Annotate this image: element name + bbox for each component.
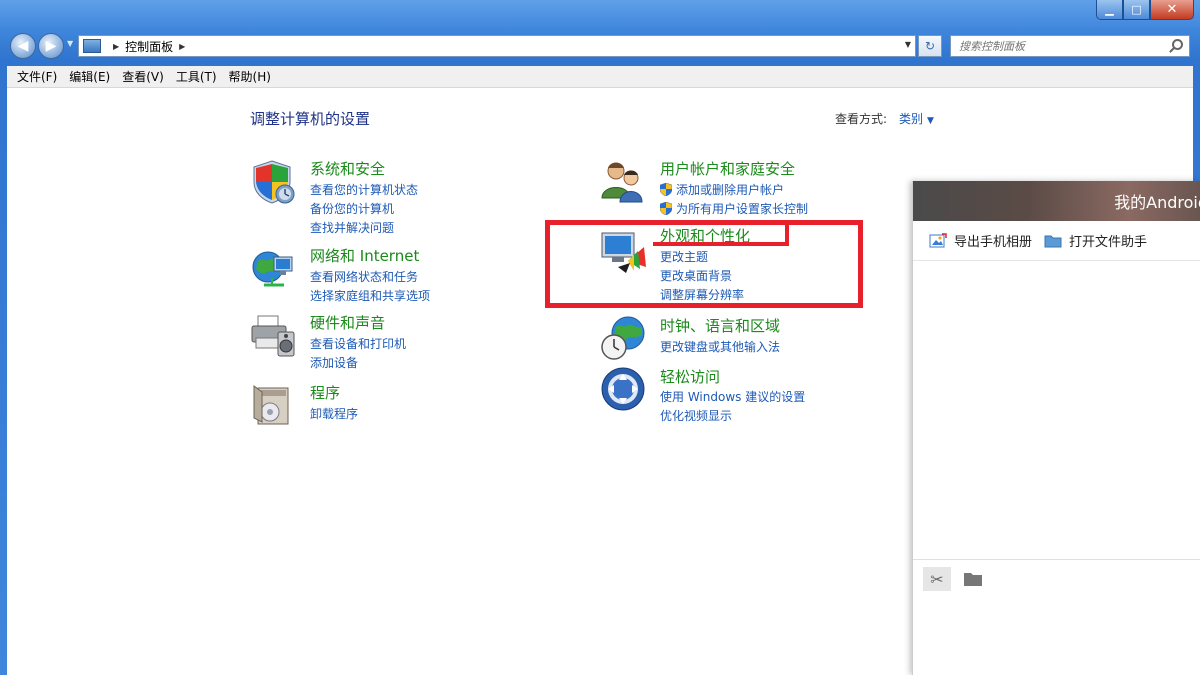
menu-edit[interactable]: 编辑(E) [63,68,116,85]
link-uninstall-program[interactable]: 卸载程序 [310,405,358,422]
category-title-hardware-sound[interactable]: 硬件和声音 [310,312,385,333]
category-title-clock-language[interactable]: 时钟、语言和区域 [660,315,780,336]
open-file-helper-label[interactable]: 打开文件助手 [1069,231,1147,250]
link-add-device[interactable]: 添加设备 [310,354,358,371]
search-icon[interactable] [1172,39,1183,50]
menu-tools[interactable]: 工具(T) [170,68,223,85]
category-clock-language: 时钟、语言和区域 更改键盘或其他输入法 [600,315,900,361]
category-programs: 程序 卸载程序 [250,382,550,428]
control-panel-icon [83,39,101,53]
clock-globe-icon[interactable] [600,315,646,361]
control-panel-window: ▁ □ ✕ ◀ ▶ ▼ ▶ 控制面板 ▶ ▼ ↻ 文件(F) 编辑(E) 查看(… [0,0,1200,675]
link-devices-printers[interactable]: 查看设备和打印机 [310,335,406,352]
export-album-button[interactable]: 导出手机相册 [929,231,1032,250]
folder-icon[interactable] [959,567,987,591]
refresh-button[interactable]: ↻ [918,35,942,57]
link-parental-controls[interactable]: 为所有用户设置家长控制 [660,200,808,217]
category-title-network-internet[interactable]: 网络和 Internet [310,245,419,266]
link-network-status[interactable]: 查看网络状态和任务 [310,268,418,285]
page-title: 调整计算机的设置 [250,110,371,128]
users-icon[interactable] [600,158,646,204]
search-input[interactable] [951,36,1161,56]
view-by-dropdown[interactable]: 类别 ▼ [899,110,934,127]
network-globe-icon[interactable] [250,245,296,291]
folder-icon [1044,235,1062,248]
link-optimize-display[interactable]: 优化视频显示 [660,407,732,424]
category-network-internet: 网络和 Internet 查看网络状态和任务 选择家庭组和共享选项 [250,245,550,305]
panel-toolbar: 导出手机相册 打开文件助手 [913,221,1200,261]
category-user-accounts: 用户帐户和家庭安全 添加或删除用户帐户 为所有用户设置家长控制 [600,158,900,218]
panel-title: 我的Android手机 [1114,193,1200,212]
breadcrumb-control-panel[interactable]: 控制面板 [125,38,173,55]
menu-bar: 文件(F) 编辑(E) 查看(V) 工具(T) 帮助(H) [7,66,1193,88]
back-button[interactable]: ◀ [10,33,36,59]
address-bar[interactable]: ▶ 控制面板 ▶ ▼ [78,35,916,57]
link-backup-computer[interactable]: 备份您的计算机 [310,200,394,217]
uac-shield-icon [660,202,672,215]
breadcrumb-arrow-icon[interactable]: ▶ [113,42,119,51]
forward-button[interactable]: ▶ [38,33,64,59]
search-box[interactable] [950,35,1190,57]
security-shield-icon[interactable] [250,158,296,204]
minimize-button[interactable]: ▁ [1096,0,1123,20]
category-title-system-security[interactable]: 系统和安全 [310,158,385,179]
caption-buttons: ▁ □ ✕ [1096,0,1194,20]
link-homegroup-sharing[interactable]: 选择家庭组和共享选项 [310,287,430,304]
maximize-button[interactable]: □ [1123,0,1150,20]
navigation-bar: ◀ ▶ ▼ ▶ 控制面板 ▶ ▼ ↻ [0,28,1200,64]
category-ease-of-access: 轻松访问 使用 Windows 建议的设置 优化视频显示 [600,366,900,426]
scissors-icon[interactable]: ✂ [923,567,951,591]
photo-export-icon [929,233,947,248]
phone-assistant-panel: 我的Android手机 导出手机相册 打开文件助手 ✂ [912,181,1200,675]
chevron-down-icon[interactable]: ▼ [927,116,934,126]
category-title-ease-of-access[interactable]: 轻松访问 [660,366,720,387]
category-title-programs[interactable]: 程序 [310,382,340,403]
category-title-user-accounts[interactable]: 用户帐户和家庭安全 [660,158,795,179]
uac-shield-icon [660,183,672,196]
category-system-security: 系统和安全 查看您的计算机状态 备份您的计算机 查找并解决问题 [250,158,550,235]
panel-header: 我的Android手机 [913,181,1200,221]
close-button[interactable]: ✕ [1150,0,1194,20]
category-hardware-sound: 硬件和声音 查看设备和打印机 添加设备 [250,312,550,372]
folder-glyph-icon [964,573,982,586]
breadcrumb-arrow-icon[interactable]: ▶ [179,42,185,51]
link-view-computer-status[interactable]: 查看您的计算机状态 [310,181,418,198]
programs-box-icon[interactable] [250,382,296,428]
link-troubleshoot[interactable]: 查找并解决问题 [310,219,394,236]
link-change-input-method[interactable]: 更改键盘或其他输入法 [660,338,780,355]
link-add-remove-accounts[interactable]: 添加或删除用户帐户 [660,181,784,198]
panel-bottom-bar: ✂ [923,567,987,591]
panel-divider [913,559,1200,560]
ease-of-access-icon[interactable] [600,366,646,412]
open-file-helper-button[interactable]: 打开文件助手 [1044,231,1147,250]
annotation-title-box [653,224,789,246]
export-album-label[interactable]: 导出手机相册 [954,231,1032,250]
view-by-value[interactable]: 类别 [899,112,923,126]
menu-file[interactable]: 文件(F) [11,68,63,85]
view-by-label: 查看方式: [835,112,888,126]
link-add-remove-accounts-label[interactable]: 添加或删除用户帐户 [676,181,784,198]
address-dropdown-icon[interactable]: ▼ [905,40,911,49]
printer-speaker-icon[interactable] [250,312,296,358]
menu-help[interactable]: 帮助(H) [223,68,277,85]
link-parental-controls-label[interactable]: 为所有用户设置家长控制 [676,200,808,217]
menu-view[interactable]: 查看(V) [116,68,170,85]
link-windows-recommended-settings[interactable]: 使用 Windows 建议的设置 [660,388,805,405]
recent-pages-dropdown[interactable]: ▼ [67,39,73,48]
